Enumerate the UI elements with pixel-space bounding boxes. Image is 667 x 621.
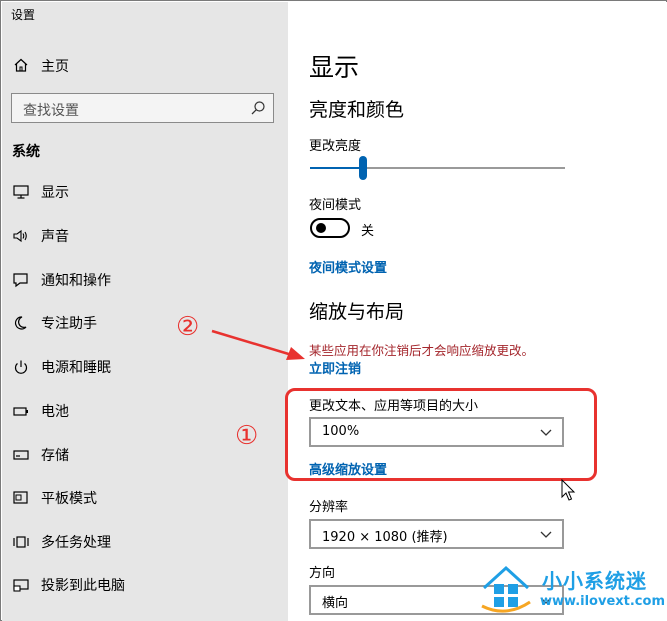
sidebar-item-label: 平板模式	[41, 491, 97, 507]
sidebar-item-label: 电源和睡眠	[41, 360, 111, 376]
home-icon	[14, 58, 28, 72]
brightness-section-heading: 亮度和颜色	[309, 99, 405, 121]
orientation-label: 方向	[309, 566, 336, 581]
scale-section-heading: 缩放与布局	[309, 301, 405, 323]
highlight-box-scale	[285, 388, 597, 481]
sidebar-home[interactable]: 主页	[2, 52, 288, 78]
power-icon	[14, 360, 28, 374]
mouse-cursor-icon	[561, 479, 576, 501]
sidebar-item-label: 专注助手	[41, 316, 97, 332]
sidebar-item-sound[interactable]: 声音	[2, 220, 288, 252]
watermark: 小小系统迷 www.ilovext.com	[478, 560, 665, 618]
sidebar-item-label: 多任务处理	[41, 535, 111, 551]
search-input[interactable]: 查找设置	[11, 93, 274, 123]
resolution-dropdown[interactable]: 1920 × 1080 (推荐)	[309, 519, 564, 549]
project-icon	[13, 579, 29, 592]
sidebar-item-label: 电池	[41, 404, 69, 420]
sidebar-item-label: 声音	[41, 229, 69, 245]
chevron-down-icon	[540, 531, 552, 538]
sidebar-section-system: 系统	[12, 144, 40, 160]
moon-icon	[14, 316, 27, 330]
orientation-value: 横向	[322, 596, 349, 611]
resolution-value: 1920 × 1080 (推荐)	[322, 530, 448, 545]
sidebar-item-power-sleep[interactable]: 电源和睡眠	[2, 351, 288, 383]
sidebar-item-focus-assist[interactable]: 专注助手	[2, 307, 288, 339]
toggle-knob	[316, 223, 326, 233]
sidebar-item-display[interactable]: 显示	[2, 176, 288, 208]
sign-out-link[interactable]: 立即注销	[309, 358, 361, 377]
tablet-mode-icon	[13, 491, 28, 504]
night-light-toggle[interactable]	[310, 218, 350, 238]
storage-icon	[13, 450, 29, 460]
page-title: 显示	[309, 53, 360, 82]
sidebar-item-project[interactable]: 投影到此电脑	[2, 569, 288, 601]
search-icon	[251, 101, 265, 115]
battery-icon	[13, 407, 28, 416]
step-marker-1: ①	[235, 421, 259, 451]
site-logo-icon	[481, 565, 531, 613]
watermark-url: www.ilovext.com	[540, 594, 665, 609]
night-light-label: 夜间模式	[309, 198, 362, 213]
sidebar-item-label: 通知和操作	[41, 273, 111, 289]
brightness-label: 更改亮度	[309, 139, 362, 154]
night-light-settings-link[interactable]: 夜间模式设置	[309, 257, 387, 276]
sidebar-item-tablet-mode[interactable]: 平板模式	[2, 482, 288, 514]
sidebar-home-label: 主页	[41, 59, 69, 75]
monitor-icon	[13, 185, 29, 199]
notification-icon	[13, 273, 28, 288]
resolution-label: 分辨率	[309, 500, 349, 515]
sidebar-item-label: 显示	[41, 185, 69, 201]
settings-window: 设置 主页 查找设置 系统 显示 声音 通知和操作 专注助手 电源和睡眠 电池 …	[0, 0, 667, 621]
main-content: 显示 亮度和颜色 更改亮度 夜间模式 关 夜间模式设置 缩放与布局 某些应用在你…	[288, 2, 667, 621]
night-light-state: 关	[361, 224, 375, 239]
brightness-slider-thumb[interactable]	[359, 156, 368, 180]
sidebar: 设置 主页 查找设置 系统 显示 声音 通知和操作 专注助手 电源和睡眠 电池 …	[2, 2, 288, 621]
sidebar-item-notifications[interactable]: 通知和操作	[2, 264, 288, 296]
multitasking-icon	[13, 536, 29, 548]
watermark-site-name: 小小系统迷	[542, 569, 647, 593]
window-title: 设置	[11, 8, 36, 22]
speaker-icon	[13, 229, 27, 243]
sidebar-item-multitasking[interactable]: 多任务处理	[2, 526, 288, 558]
search-placeholder: 查找设置	[23, 103, 79, 119]
brightness-slider-fill	[310, 167, 360, 169]
scale-warning: 某些应用在你注销后才会响应缩放更改。	[309, 343, 535, 358]
sidebar-item-label: 存储	[41, 448, 69, 464]
sidebar-item-label: 投影到此电脑	[41, 578, 125, 594]
step-marker-2: ②	[176, 312, 200, 342]
